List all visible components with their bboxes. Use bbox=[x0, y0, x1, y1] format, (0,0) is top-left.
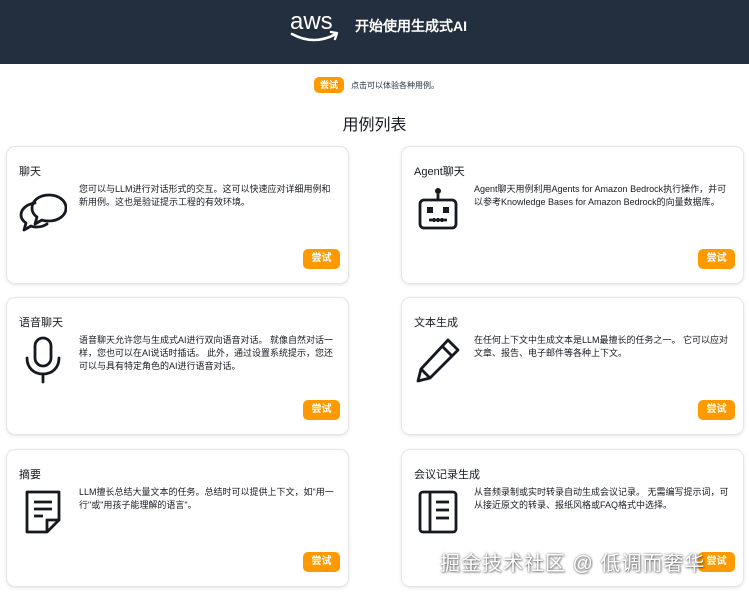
microphone-icon bbox=[25, 336, 61, 384]
card-description: 您可以与LLM进行对话形式的交互。这可以快速应对详细用例和新用例。这也是验证提示… bbox=[79, 184, 331, 207]
card-description: 在任何上下文中生成文本是LLM最擅长的任务之一。 它可以应对文章、报告、电子邮件… bbox=[474, 335, 729, 358]
card-title: 语音聊天 bbox=[19, 317, 63, 329]
document-icon bbox=[25, 490, 61, 534]
card-title: 聊天 bbox=[19, 166, 41, 178]
try-button[interactable]: 尝试 bbox=[698, 249, 735, 269]
card-chat: 聊天 您可以与LLM进行对话形式的交互。这可以快速应对详细用例和新用例。这也是验… bbox=[7, 147, 348, 283]
top-header: aws 开始使用生成式AI bbox=[0, 0, 749, 64]
top-try-button[interactable]: 尝试 bbox=[314, 77, 344, 93]
card-title: 摘要 bbox=[19, 469, 41, 481]
try-button[interactable]: 尝试 bbox=[303, 400, 340, 420]
card-title: 文本生成 bbox=[414, 317, 458, 329]
try-hint-text: 点击可以体验各种用例。 bbox=[351, 81, 439, 90]
try-button[interactable]: 尝试 bbox=[698, 400, 735, 420]
card-agent-chat: Agent聊天 Agent聊天用例利用Agents for Amazon Bed… bbox=[402, 147, 743, 283]
chat-bubbles-icon bbox=[19, 193, 67, 232]
pencil-icon bbox=[416, 338, 460, 383]
try-button[interactable]: 尝试 bbox=[303, 552, 340, 572]
robot-icon bbox=[418, 188, 458, 230]
card-title: Agent聊天 bbox=[414, 166, 465, 178]
card-description: 从音频录制或实时转录自动生成会议记录。 无需编写提示词，可从接近原文的转录、报纸… bbox=[474, 487, 729, 510]
header-title: 开始使用生成式AI bbox=[355, 18, 467, 34]
svg-text:aws: aws bbox=[290, 8, 333, 35]
card-summary: 摘要 LLM擅长总结大量文本的任务。总结时可以提供上下文，如"用一行"或"用孩子… bbox=[7, 450, 348, 586]
card-title: 会议记录生成 bbox=[414, 469, 480, 481]
card-text-generation: 文本生成 在任何上下文中生成文本是LLM最擅长的任务之一。 它可以应对文章、报告… bbox=[402, 298, 743, 434]
notes-icon bbox=[418, 490, 458, 534]
aws-logo-icon[interactable]: aws bbox=[288, 6, 344, 46]
card-description: Agent聊天用例利用Agents for Amazon Bedrock执行操作… bbox=[474, 184, 727, 207]
try-button[interactable]: 尝试 bbox=[303, 249, 340, 269]
card-description: 语音聊天允许您与生成式AI进行双向语音对话。 就像自然对话一样，您也可以在AI说… bbox=[79, 335, 334, 371]
watermark: 掘金技术社区 @ 低调而奢华 bbox=[440, 553, 706, 575]
card-voice-chat: 语音聊天 语音聊天允许您与生成式AI进行双向语音对话。 就像自然对话一样，您也可… bbox=[7, 298, 348, 434]
card-description: LLM擅长总结大量文本的任务。总结时可以提供上下文，如"用一行"或"用孩子能理解… bbox=[79, 487, 334, 510]
use-case-list-title: 用例列表 bbox=[342, 117, 407, 134]
